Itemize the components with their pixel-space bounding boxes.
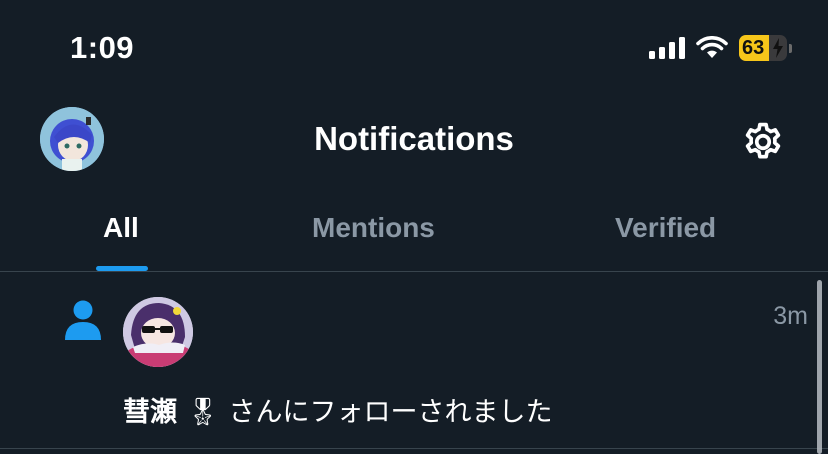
scrollbar[interactable] (817, 280, 822, 454)
status-icons: 63 (649, 35, 792, 61)
follower-emoji: 🎖 (185, 397, 220, 428)
battery-level: 63 (742, 36, 765, 59)
notification-divider (0, 448, 828, 449)
wifi-icon (696, 36, 728, 58)
notification-message: さんにフォローされました (228, 397, 553, 428)
battery-cap (789, 43, 792, 53)
tab-verified[interactable]: Verified (615, 212, 716, 244)
battery-indicator: 63 (739, 35, 787, 61)
gear-icon[interactable] (741, 120, 785, 164)
tab-all[interactable]: All (103, 212, 139, 244)
notification-time: 3m (773, 302, 808, 330)
follower-avatar[interactable] (123, 297, 193, 367)
follower-name[interactable]: 彗瀬 (123, 397, 177, 428)
tab-mentions[interactable]: Mentions (312, 212, 435, 244)
notification-item[interactable]: 3m 彗瀬 🎖 さんにフォローされました (0, 272, 828, 448)
notification-text: 彗瀬 🎖 さんにフォローされました (123, 390, 552, 429)
page-title: Notifications (314, 120, 514, 157)
cellular-signal-icon (649, 37, 685, 59)
charging-bolt-icon (773, 38, 783, 58)
notification-tabs: All Mentions Verified (0, 200, 828, 272)
header: Notifications (0, 100, 828, 180)
person-icon (65, 300, 101, 340)
status-time: 1:09 (70, 30, 135, 65)
status-bar: 1:09 63 (0, 0, 828, 100)
